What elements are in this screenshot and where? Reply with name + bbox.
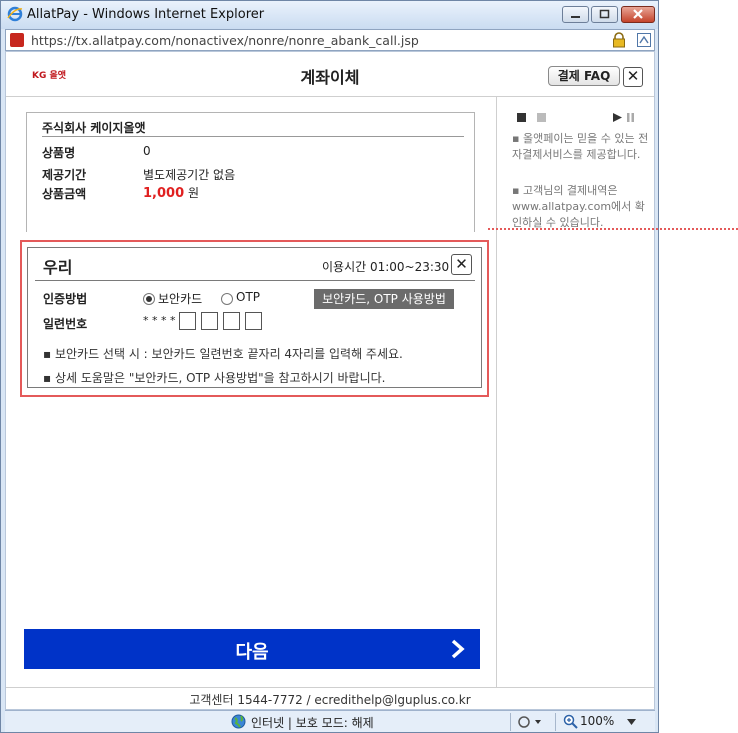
service-hours: 이용시간 01:00~23:30 [322, 260, 450, 274]
window-close-button[interactable] [621, 6, 655, 23]
popup-header: KG 올앳 계좌이체 결제 FAQ ✕ [6, 52, 654, 97]
instruction-note-text: 보안카드 선택 시 : 보안카드 일련번호 끝자리 4자리를 입력해 주세요. [54, 347, 403, 361]
next-button[interactable]: 다음 [24, 629, 480, 669]
divider [510, 713, 511, 731]
zoom-level[interactable]: 100% [580, 714, 614, 728]
serial-mask: * * * * [143, 314, 176, 327]
security-zone[interactable]: 인터넷 | 보호 모드: 해제 [251, 714, 374, 731]
instruction-note: ▪ 보안카드 선택 시 : 보안카드 일련번호 끝자리 4자리를 입력해 주세요… [43, 347, 403, 361]
side-info-text: 고객님의 결제내역은 www.allatpay.com에서 확인하실 수 있습니… [512, 184, 645, 229]
minimize-icon [571, 16, 580, 18]
amount-unit: 원 [187, 186, 199, 200]
lock-icon[interactable] [612, 32, 626, 48]
serial-digit-input-4[interactable] [245, 312, 262, 330]
stop-icon[interactable] [517, 113, 526, 122]
service-period-value: 별도제공기간 없음 [143, 168, 236, 182]
bank-auth-panel: 우리 이용시간 01:00~23:30 ✕ 인증방법 보안카드 OTP 보안카드… [27, 247, 482, 388]
serial-digit-input-1[interactable] [179, 312, 196, 330]
popup-settings-icon[interactable] [517, 715, 543, 729]
divider [35, 280, 475, 281]
bank-name: 우리 [43, 258, 73, 277]
instruction-note-text: 상세 도움말은 "보안카드, OTP 사용방법"을 참고하시기 바랍니다. [54, 371, 386, 385]
product-amount-value: 1,000 원 [143, 184, 199, 201]
service-period-label: 제공기간 [42, 168, 87, 182]
payment-popup: KG 올앳 계좌이체 결제 FAQ ✕ 주식회사 케이지올앳 상품명 0 제공기… [5, 51, 655, 710]
otp-radio[interactable] [221, 293, 233, 305]
play-icon[interactable] [613, 113, 622, 122]
chevron-down-icon[interactable] [627, 719, 636, 725]
next-button-label: 다음 [235, 642, 269, 663]
merchant-name: 주식회사 케이지올앳 [42, 121, 146, 135]
payment-faq-button[interactable]: 결제 FAQ [548, 66, 620, 86]
serial-digit-input-2[interactable] [201, 312, 218, 330]
instruction-note: ▪ 상세 도움말은 "보안카드, OTP 사용방법"을 참고하시기 바랍니다. [43, 371, 386, 385]
close-icon [633, 9, 643, 19]
status-bar: 인터넷 | 보호 모드: 해제 100% [5, 710, 655, 732]
globe-icon [231, 714, 246, 729]
amount-number: 1,000 [143, 186, 185, 201]
title-bar[interactable]: AllatPay - Windows Internet Explorer [1, 1, 658, 29]
ie-logo-icon [7, 6, 23, 22]
footer: 고객센터 1544-7772 / ecredithelp@lguplus.co.… [6, 687, 654, 710]
pause-icon[interactable] [626, 113, 635, 122]
chevron-right-icon [451, 639, 465, 659]
security-card-radio[interactable] [143, 293, 155, 305]
serial-digit-input-3[interactable] [223, 312, 240, 330]
callout-connector-line [488, 228, 738, 230]
zoom-icon[interactable] [563, 714, 578, 729]
compatibility-view-icon[interactable] [636, 32, 652, 48]
product-name-label: 상품명 [42, 146, 76, 160]
side-info-bullet: ▪ 고객님의 결제내역은 www.allatpay.com에서 확인하실 수 있… [512, 184, 645, 229]
window-title: AllatPay - Windows Internet Explorer [27, 7, 265, 22]
security-card-label[interactable]: 보안카드 [158, 290, 202, 307]
divider [42, 136, 464, 137]
site-favicon-icon [10, 33, 24, 47]
side-info-text: 올앳페이는 믿을 수 있는 전자결제서비스를 제공합니다. [512, 132, 649, 161]
security-card-otp-help-button[interactable]: 보안카드, OTP 사용방법 [314, 289, 454, 309]
product-name-value: 0 [143, 144, 151, 158]
auth-method-label: 인증방법 [43, 292, 88, 306]
popup-close-button[interactable]: ✕ [623, 67, 643, 87]
side-info-bullet: ▪ 올앳페이는 믿을 수 있는 전자결제서비스를 제공합니다. [512, 132, 649, 161]
order-summary: 주식회사 케이지올앳 상품명 0 제공기간 별도제공기간 없음 상품금액 1,0… [26, 112, 475, 232]
divider [555, 713, 556, 731]
maximize-button[interactable] [591, 6, 618, 23]
stop-disabled-icon[interactable] [537, 113, 546, 122]
bank-auth-highlight: 우리 이용시간 01:00~23:30 ✕ 인증방법 보안카드 OTP 보안카드… [20, 240, 489, 397]
otp-label[interactable]: OTP [236, 290, 260, 304]
serial-number-label: 일련번호 [43, 317, 88, 331]
side-info-panel: ▪ 올앳페이는 믿을 수 있는 전자결제서비스를 제공합니다. ▪ 고객님의 결… [497, 97, 654, 687]
url-text[interactable]: https://tx.allatpay.com/nonactivex/nonre… [31, 33, 419, 48]
address-bar[interactable]: https://tx.allatpay.com/nonactivex/nonre… [5, 29, 655, 51]
bank-panel-close-button[interactable]: ✕ [451, 254, 472, 275]
support-contact: 고객센터 1544-7772 / ecredithelp@lguplus.co.… [189, 693, 471, 707]
minimize-button[interactable] [562, 6, 589, 23]
browser-window: AllatPay - Windows Internet Explorer htt… [0, 0, 659, 733]
product-amount-label: 상품금액 [42, 187, 87, 201]
maximize-icon [599, 9, 610, 19]
payment-main-panel: 주식회사 케이지올앳 상품명 0 제공기간 별도제공기간 없음 상품금액 1,0… [6, 97, 496, 687]
